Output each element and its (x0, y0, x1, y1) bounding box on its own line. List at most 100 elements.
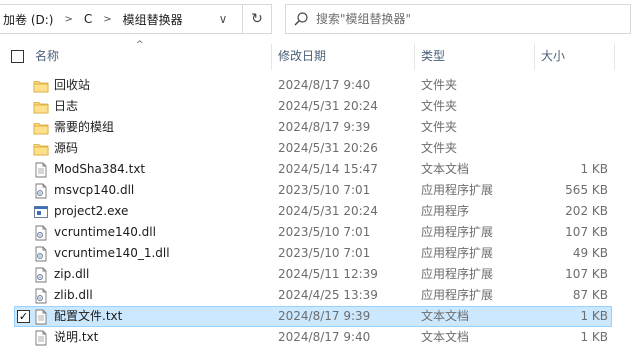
address-bar[interactable]: 加卷 (D:) > C > 模组替换器 ∨ (0, 4, 272, 34)
file-size: 49 KB (572, 246, 608, 260)
file-size (540, 117, 608, 138)
breadcrumb-separator-icon[interactable]: > (56, 14, 80, 25)
file-row[interactable]: ModSha384.txt 2024/5/14 15:47 文本文档 1 KB (0, 159, 633, 180)
column-header-date-label: 修改日期 (278, 48, 327, 63)
search-input[interactable] (316, 12, 606, 26)
folder-icon (33, 141, 49, 157)
dll-file-icon (33, 288, 49, 304)
text-file-icon (33, 330, 49, 346)
file-row[interactable]: 回收站 2024/8/17 9:40 文件夹 (0, 75, 633, 96)
folder-icon (33, 99, 49, 115)
file-modified-date: 2024/5/31 20:24 (278, 99, 378, 113)
file-type: 文本文档 (421, 162, 470, 176)
file-modified-date: 2024/5/14 15:47 (278, 162, 378, 176)
column-header-size[interactable]: 大小 (541, 40, 611, 70)
file-row[interactable]: vcruntime140.dll 2023/5/10 7:01 应用程序扩展 107 … (0, 222, 633, 243)
file-size: 107 KB (565, 267, 608, 281)
file-name[interactable]: 日志 (54, 96, 78, 117)
file-name[interactable]: zip.dll (54, 264, 89, 285)
column-divider[interactable] (614, 44, 615, 70)
exe-file-icon (33, 204, 49, 220)
file-type: 文件夹 (421, 78, 458, 92)
column-header-name-label: 名称 (35, 48, 60, 63)
file-row[interactable]: zlib.dll 2024/4/25 13:39 应用程序扩展 87 KB (0, 285, 633, 306)
file-size (540, 138, 608, 159)
file-row[interactable]: msvcp140.dll 2023/5/10 7:01 应用程序扩展 565 KB (0, 180, 633, 201)
search-box[interactable] (285, 4, 631, 34)
file-size: 1 KB (580, 309, 608, 323)
file-row[interactable]: 日志 2024/5/31 20:24 文件夹 (0, 96, 633, 117)
file-type: 文件夹 (421, 141, 458, 155)
file-type: 文本文档 (421, 330, 470, 344)
file-row[interactable]: zip.dll 2024/5/11 12:39 应用程序扩展 107 KB (0, 264, 633, 285)
refresh-icon: ↻ (251, 11, 263, 27)
file-row[interactable]: project2.exe 2024/5/31 20:24 应用程序 202 KB (0, 201, 633, 222)
file-row[interactable]: 需要的模组 2024/8/17 9:39 文件夹 (0, 117, 633, 138)
column-header-name[interactable]: 名称 (35, 40, 265, 70)
dll-file-icon (33, 267, 49, 283)
file-size: 107 KB (565, 225, 608, 239)
file-size (540, 96, 608, 117)
search-icon (286, 12, 316, 26)
file-name[interactable]: zlib.dll (54, 285, 93, 306)
file-size: 87 KB (572, 288, 608, 302)
file-row[interactable]: 说明.txt 2024/8/17 9:40 文本文档 1 KB (0, 327, 633, 348)
file-type: 文件夹 (421, 120, 458, 134)
file-name[interactable]: 回收站 (54, 75, 90, 96)
dll-file-icon (33, 225, 49, 241)
file-modified-date: 2024/4/25 13:39 (278, 288, 378, 302)
file-size: 565 KB (565, 183, 608, 197)
file-type: 应用程序扩展 (421, 246, 494, 260)
dll-file-icon (33, 246, 49, 262)
file-list: 回收站 2024/8/17 9:40 文件夹 日志 2024/5/31 20:24 文件夹… (0, 75, 633, 348)
column-header-size-label: 大小 (541, 48, 566, 63)
breadcrumb-current-folder[interactable]: 模组替换器 (120, 11, 186, 28)
file-type: 应用程序扩展 (421, 225, 494, 239)
file-name[interactable]: project2.exe (54, 201, 128, 222)
file-modified-date: 2024/8/17 9:39 (278, 309, 371, 323)
text-file-icon (33, 162, 49, 178)
file-row[interactable]: 源码 2024/5/31 20:26 文件夹 (0, 138, 633, 159)
file-modified-date: 2024/5/11 12:39 (278, 267, 378, 281)
file-modified-date: 2023/5/10 7:01 (278, 183, 371, 197)
text-file-icon (33, 309, 49, 325)
file-type: 文本文档 (421, 309, 470, 323)
file-name[interactable]: ModSha384.txt (54, 159, 145, 180)
file-type: 应用程序扩展 (421, 267, 494, 281)
file-modified-date: 2024/5/31 20:24 (278, 204, 378, 218)
column-divider[interactable] (271, 44, 272, 70)
dll-file-icon (33, 183, 49, 199)
column-header: ^ 名称 修改日期 类型 大小 (0, 40, 633, 70)
refresh-button[interactable]: ↻ (242, 4, 272, 34)
file-modified-date: 2024/8/17 9:40 (278, 78, 371, 92)
file-name[interactable]: 需要的模组 (54, 117, 114, 138)
column-header-type[interactable]: 类型 (421, 40, 521, 70)
breadcrumb-separator-icon[interactable]: > (95, 14, 119, 25)
file-name[interactable]: vcruntime140_1.dll (54, 243, 170, 264)
file-modified-date: 2024/8/17 9:40 (278, 330, 371, 344)
file-name[interactable]: 说明.txt (54, 327, 98, 348)
file-name[interactable]: 源码 (54, 138, 78, 159)
breadcrumb-drive[interactable]: 加卷 (D:) (0, 11, 56, 28)
file-type: 应用程序 (421, 204, 470, 218)
file-type: 文件夹 (421, 99, 458, 113)
file-name[interactable]: vcruntime140.dll (54, 222, 156, 243)
file-type: 应用程序扩展 (421, 183, 494, 197)
column-divider[interactable] (534, 44, 535, 70)
row-checkbox[interactable]: ✓ (17, 310, 30, 323)
folder-icon (33, 78, 49, 94)
file-size (540, 75, 608, 96)
file-modified-date: 2023/5/10 7:01 (278, 225, 371, 239)
navigation-bar: 加卷 (D:) > C > 模组替换器 ∨ ↻ (0, 0, 633, 40)
file-name[interactable]: msvcp140.dll (54, 180, 134, 201)
file-row[interactable]: ✓ 配置文件.txt 2024/8/17 9:39 文本文档 1 KB (0, 306, 633, 327)
file-row[interactable]: vcruntime140_1.dll 2023/5/10 7:01 应用程序扩展 49… (0, 243, 633, 264)
breadcrumb-folder-c[interactable]: C (81, 12, 95, 26)
column-divider[interactable] (414, 44, 415, 70)
select-all-checkbox[interactable] (11, 50, 24, 63)
column-header-type-label: 类型 (421, 48, 446, 63)
address-history-dropdown-icon[interactable]: ∨ (209, 5, 237, 33)
column-header-date[interactable]: 修改日期 (278, 40, 408, 70)
file-name[interactable]: 配置文件.txt (54, 306, 122, 327)
file-modified-date: 2024/5/31 20:26 (278, 141, 378, 155)
